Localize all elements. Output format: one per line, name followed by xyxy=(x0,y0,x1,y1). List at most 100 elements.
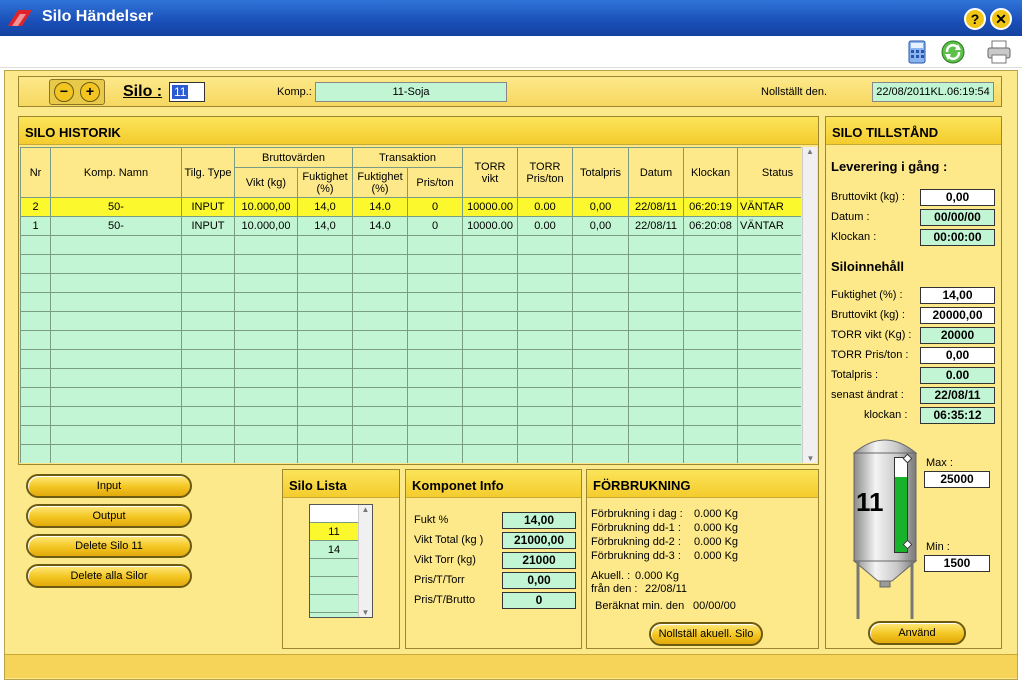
reset-akuell-button[interactable]: Nollställ akuell. Silo xyxy=(649,622,763,646)
empty-row[interactable] xyxy=(20,387,801,407)
table-cell xyxy=(352,349,409,369)
tillstand-value: 00/00/00 xyxy=(920,209,995,226)
tillstand-value[interactable]: 0,00 xyxy=(920,189,995,206)
table-cell xyxy=(737,349,801,369)
apply-button[interactable]: Använd xyxy=(868,621,966,645)
silo-number-input[interactable]: 11 xyxy=(169,82,205,102)
tillstand-value[interactable]: 14,00 xyxy=(920,287,995,304)
historik-scrollbar[interactable]: ▲ ▼ xyxy=(802,147,817,463)
silo-list-item[interactable] xyxy=(310,505,358,523)
table-cell xyxy=(50,330,182,350)
table-cell xyxy=(462,368,519,388)
empty-row[interactable] xyxy=(20,292,801,312)
tillstand-value: 20000 xyxy=(920,327,995,344)
table-cell xyxy=(50,406,182,426)
table-row[interactable]: 2 50- INPUT 10.000,00 14,0 14.0 0 10000.00 0.00 0… xyxy=(20,197,801,217)
silo-list-up-icon[interactable]: ▲ xyxy=(359,505,372,514)
table-cell xyxy=(352,254,409,274)
help-icon[interactable]: ? xyxy=(964,8,986,30)
komp-field: 11-Soja xyxy=(315,82,507,102)
table-cell xyxy=(628,425,685,445)
silo-list-item[interactable] xyxy=(310,559,358,577)
table-cell xyxy=(407,349,464,369)
table-cell xyxy=(407,292,464,312)
refresh-icon[interactable] xyxy=(940,39,966,65)
table-cell: VÄNTAR xyxy=(737,216,801,236)
empty-row[interactable] xyxy=(20,406,801,426)
historik-table: Nr Komp. Namn Tilg. Type Bruttovärden Tr… xyxy=(20,147,801,463)
calculator-icon[interactable] xyxy=(908,40,926,64)
table-row[interactable]: 1 50- INPUT 10.000,00 14,0 14.0 0 10000.00 0.00 0… xyxy=(20,216,801,236)
table-cell xyxy=(50,368,182,388)
input-button[interactable]: Input xyxy=(26,474,192,498)
scroll-down-icon[interactable]: ▼ xyxy=(803,454,818,463)
table-cell xyxy=(20,273,51,293)
col-totalpris: Totalpris xyxy=(572,147,630,198)
empty-row[interactable] xyxy=(20,235,801,255)
beraknat-value: 00/00/00 xyxy=(693,600,736,612)
empty-row[interactable] xyxy=(20,254,801,274)
empty-row[interactable] xyxy=(20,330,801,350)
table-cell xyxy=(462,387,519,407)
tillstand-label: TORR Pris/ton : xyxy=(831,349,909,361)
table-cell xyxy=(628,406,685,426)
tillstand-value: 06:35:12 xyxy=(920,407,995,424)
table-cell xyxy=(352,368,409,388)
table-cell xyxy=(517,387,574,407)
table-cell xyxy=(50,425,182,445)
reset-date-label: Nollställt den. xyxy=(761,86,828,98)
komp-info-value: 0 xyxy=(502,592,576,609)
table-cell xyxy=(234,425,298,445)
close-icon[interactable]: ✕ xyxy=(990,8,1012,30)
table-cell xyxy=(50,235,182,255)
silo-list-scrollbar[interactable]: ▲ ▼ xyxy=(358,505,372,617)
empty-row[interactable] xyxy=(20,349,801,369)
minus-button[interactable]: − xyxy=(54,82,74,102)
empty-row[interactable] xyxy=(20,425,801,445)
empty-row[interactable] xyxy=(20,273,801,293)
empty-row[interactable] xyxy=(20,368,801,388)
komp-label: Komp.: xyxy=(277,86,312,98)
plus-button[interactable]: + xyxy=(80,82,100,102)
table-cell xyxy=(181,273,235,293)
col-fuktighet-trans: Fuktighet (%) xyxy=(352,167,409,198)
empty-row[interactable] xyxy=(20,311,801,331)
table-cell xyxy=(352,273,409,293)
min-input[interactable]: 1500 xyxy=(924,555,990,572)
empty-row[interactable] xyxy=(20,444,801,463)
table-cell xyxy=(234,387,298,407)
table-cell xyxy=(683,368,739,388)
delete-all-button[interactable]: Delete alla Silor xyxy=(26,564,192,588)
printer-icon[interactable] xyxy=(986,40,1012,64)
table-cell: 14,0 xyxy=(296,197,354,217)
table-cell xyxy=(517,406,574,426)
table-cell xyxy=(683,425,739,445)
delete-silo-button[interactable]: Delete Silo 11 xyxy=(26,534,192,558)
silo-list-item[interactable] xyxy=(310,595,358,613)
silo-list-item[interactable]: 11 xyxy=(310,523,358,541)
col-status: Status xyxy=(737,147,801,198)
akuell-label: Akuell. : xyxy=(591,570,631,582)
output-button[interactable]: Output xyxy=(26,504,192,528)
table-cell xyxy=(517,349,574,369)
table-cell xyxy=(20,254,51,274)
table-cell xyxy=(20,425,51,445)
silo-list-item[interactable] xyxy=(310,577,358,595)
table-cell xyxy=(462,311,519,331)
col-komp-namn: Komp. Namn xyxy=(50,147,182,198)
table-cell: INPUT xyxy=(181,197,235,217)
silo-list-down-icon[interactable]: ▼ xyxy=(359,608,372,617)
tillstand-label: Bruttovikt (kg) : xyxy=(831,191,905,203)
table-cell xyxy=(296,444,354,463)
table-cell: INPUT xyxy=(181,216,235,236)
table-cell xyxy=(352,387,409,407)
tillstand-value[interactable]: 0,00 xyxy=(920,347,995,364)
silo-list-item[interactable]: 14 xyxy=(310,541,358,559)
silo-list[interactable]: 11 14 ▲ ▼ xyxy=(309,504,373,618)
table-cell xyxy=(352,406,409,426)
scroll-up-icon[interactable]: ▲ xyxy=(803,147,817,156)
max-input[interactable]: 25000 xyxy=(924,471,990,488)
forbrukning-value: 0.000 Kg xyxy=(694,508,739,520)
table-cell xyxy=(572,273,630,293)
tillstand-value[interactable]: 20000,00 xyxy=(920,307,995,324)
